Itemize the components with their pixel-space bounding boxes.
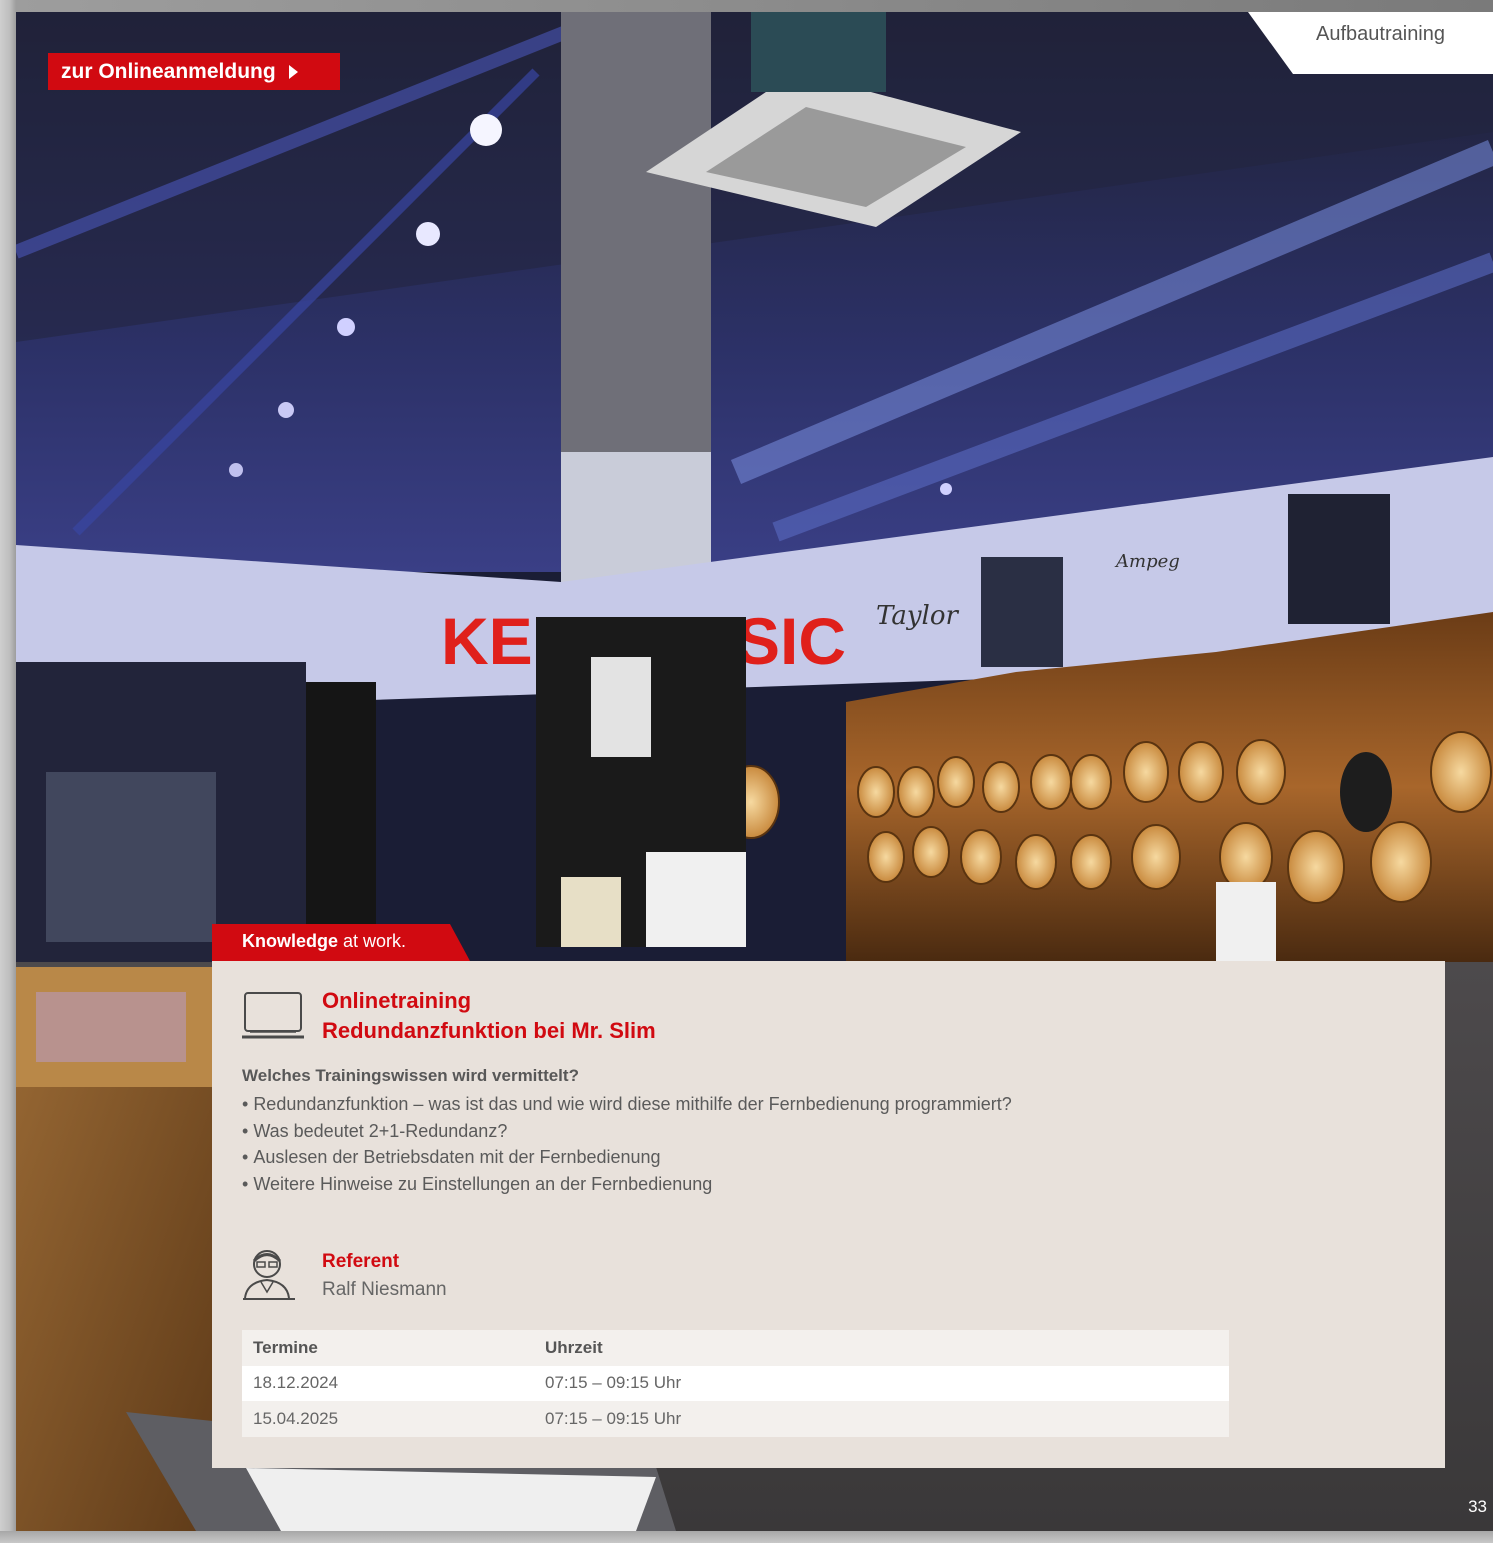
list-item: Was bedeutet 2+1-Redundanz? [242,1118,1012,1145]
schedule-table: Termine Uhrzeit 18.12.2024 07:15 – 09:15… [242,1330,1229,1437]
tagline: Knowledge at work. [242,931,406,952]
course-title-line1: Onlinetraining [322,988,472,1013]
page-bottom-edge [0,1531,1493,1543]
online-registration-label: zur Onlineanmeldung [61,59,276,83]
time-cell: 07:15 – 09:15 Uhr [545,1408,682,1428]
svg-text:SIC: SIC [736,604,846,678]
course-title-line2: Redundanzfunktion bei Mr. Slim [322,1018,656,1043]
online-registration-button[interactable]: zur Onlineanmeldung [48,53,340,90]
training-content-heading: Welches Trainingswissen wird vermittelt? [242,1066,579,1085]
date-cell: 15.04.2025 [253,1408,339,1428]
column-header-time: Uhrzeit [545,1337,603,1357]
page-number: 33 [1468,1497,1487,1516]
column-header-dates: Termine [253,1337,318,1357]
referent-name: Ralf Niesmann [322,1279,447,1300]
svg-text:KE: KE [441,604,533,678]
svg-text:Taylor: Taylor [876,601,959,631]
tagline-bold: Knowledge [242,931,339,951]
list-item: Weitere Hinweise zu Einstellungen an der… [242,1171,1012,1198]
date-cell: 18.12.2024 [253,1373,339,1393]
list-item: Auslesen der Betriebsdaten mit der Fernb… [242,1144,1012,1171]
section-label: Aufbautraining [1316,23,1445,45]
brochure-page: KE SIC Taylor Ampeg Aufbautraining zur O… [0,0,1493,1543]
table-row: 18.12.2024 07:15 – 09:15 Uhr [242,1365,1229,1401]
table-row: 15.04.2025 07:15 – 09:15 Uhr [242,1401,1229,1437]
course-info-panel: Onlinetraining Redundanzfunktion bei Mr.… [212,961,1445,1468]
list-item: Redundanzfunktion – was ist das und wie … [242,1091,1011,1118]
speaker-person-icon [241,1244,297,1307]
training-content-list: Redundanzfunktion – was ist das und wie … [242,1091,1012,1198]
course-title: Onlinetraining Redundanzfunktion bei Mr.… [322,986,656,1046]
tagline-rest: at work. [338,931,407,951]
table-header-row: Termine Uhrzeit [242,1330,1229,1366]
time-cell: 07:15 – 09:15 Uhr [545,1373,682,1393]
laptop-icon [242,991,304,1048]
section-tab: Aufbautraining [1248,12,1493,74]
svg-text:Ampeg: Ampeg [1114,551,1180,572]
knowledge-at-work-tag: Knowledge at work. [212,924,470,961]
referent-label: Referent [322,1251,400,1272]
triangle-right-icon [288,64,298,79]
